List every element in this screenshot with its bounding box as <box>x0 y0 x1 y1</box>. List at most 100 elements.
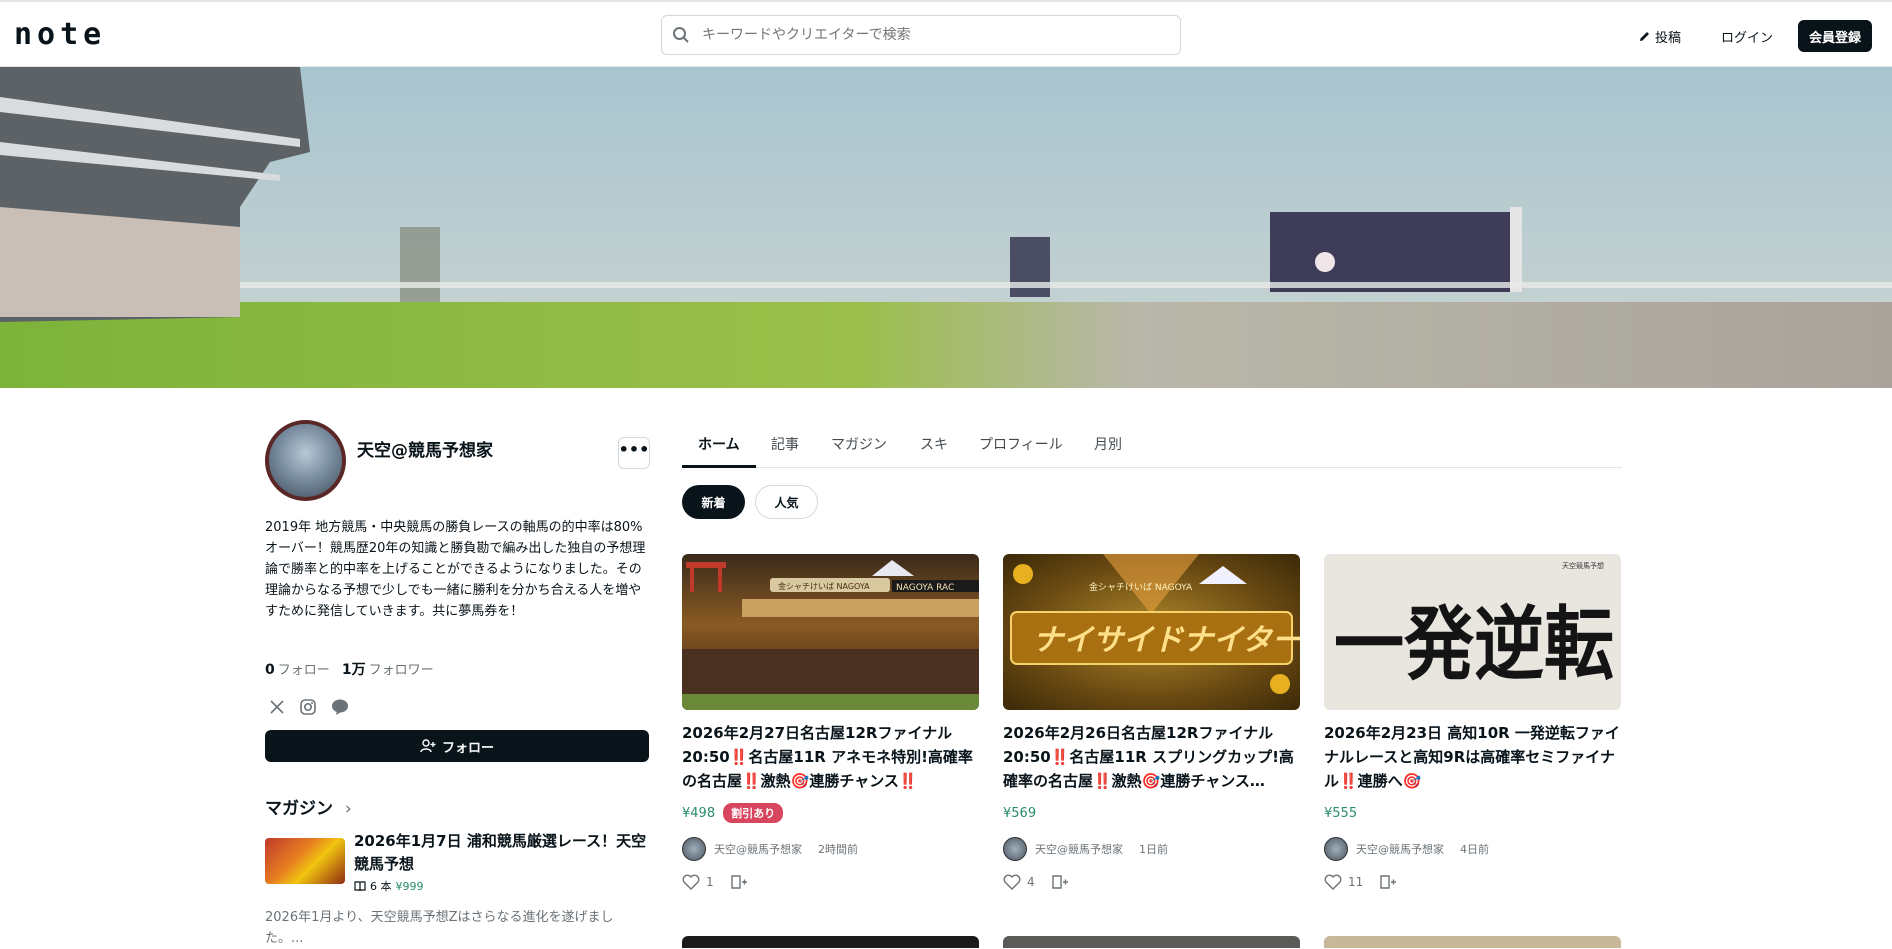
follower-count[interactable]: 1万 <box>342 662 366 678</box>
magazine-count: 6 本 <box>370 880 392 893</box>
like-count: 11 <box>1348 875 1364 889</box>
article-title[interactable]: 2026年2月27日名古屋12Rファイナル20:50‼️名古屋11R アネモネ特… <box>682 721 979 793</box>
filter-popular[interactable]: 人気 <box>755 485 818 519</box>
social-links <box>269 698 349 716</box>
tab-home[interactable]: ホーム <box>698 434 740 454</box>
article-price-row: ¥555 <box>1324 803 1621 823</box>
article-author[interactable]: 天空@競馬予想家 1日前 <box>1003 837 1300 861</box>
author-avatar[interactable] <box>1003 837 1027 861</box>
discount-badge: 割引あり <box>723 803 784 823</box>
book-icon <box>354 880 366 891</box>
article-author[interactable]: 天空@競馬予想家 2時間前 <box>682 837 979 861</box>
search-input[interactable] <box>702 22 1162 48</box>
note-logo[interactable]: note <box>14 20 106 50</box>
article-card[interactable]: 金シャチけいば NAGOYA NAGOYA RAC 2026年2月27日名古屋1… <box>682 554 979 890</box>
search-box[interactable] <box>661 15 1181 55</box>
author-avatar[interactable] <box>1324 837 1348 861</box>
article-thumbnail-partial[interactable] <box>1003 936 1300 948</box>
heart-icon[interactable] <box>1324 874 1342 890</box>
instagram-icon[interactable] <box>299 698 317 716</box>
line-icon[interactable] <box>331 698 349 716</box>
card2-main-text: ナイサイドナイター <box>1033 623 1300 658</box>
nagoya-race-image: 金シャチけいば NAGOYA NAGOYA RAC <box>682 560 979 710</box>
magazine-heading-label: マガジン <box>265 799 333 819</box>
follower-label[interactable]: フォロワー <box>369 663 434 678</box>
article-card[interactable]: 金シャチけいば NAGOYA ナイサイドナイター 2026年2月26日名古屋12… <box>1003 554 1300 890</box>
article-card[interactable]: 一発逆転 天空競馬予想 2026年2月23日 高知10R 一発逆転ファイナルレー… <box>1324 554 1621 890</box>
tab-monthly[interactable]: 月別 <box>1094 434 1122 454</box>
profile-header-image <box>0 67 1892 388</box>
magazine-heading[interactable]: マガジン › <box>265 794 352 819</box>
card3-main-text: 一発逆転 <box>1334 597 1614 691</box>
tab-profile[interactable]: プロフィール <box>979 434 1063 454</box>
article-thumbnail[interactable]: 金シャチけいば NAGOYA ナイサイドナイター <box>1003 554 1300 710</box>
article-actions: 1 <box>682 874 979 890</box>
add-to-magazine-icon[interactable] <box>1379 874 1397 890</box>
night-race-image: 金シャチけいば NAGOYA ナイサイドナイター <box>1010 554 1300 694</box>
card1-race-text: NAGOYA RAC <box>896 583 954 593</box>
like-count: 1 <box>706 875 714 889</box>
active-tab-indicator <box>682 465 756 468</box>
follow-button-label: フォロー <box>441 740 494 756</box>
magazine-description: 2026年1月より、天空競馬予想Zはさらなる進化を遂げました。... <box>265 910 614 946</box>
profile-name[interactable]: 天空@競馬予想家 <box>357 436 493 461</box>
login-link[interactable]: ログイン <box>1721 27 1773 46</box>
author-name[interactable]: 天空@競馬予想家 <box>1356 841 1444 857</box>
article-thumbnail[interactable]: 一発逆転 天空競馬予想 <box>1324 554 1621 710</box>
article-price: ¥498 <box>682 805 716 821</box>
calligraphy-image: 一発逆転 天空競馬予想 <box>1334 561 1614 691</box>
article-thumbnail[interactable]: 金シャチけいば NAGOYA NAGOYA RAC <box>682 554 979 710</box>
article-time: 4日前 <box>1460 843 1489 856</box>
signup-button[interactable]: 会員登録 <box>1798 20 1872 52</box>
article-price: ¥555 <box>1324 805 1358 821</box>
article-price-row: ¥569 <box>1003 803 1300 823</box>
follow-label[interactable]: フォロー <box>278 663 330 678</box>
follow-button[interactable]: フォロー <box>265 730 649 762</box>
chevron-right-icon: › <box>344 799 352 819</box>
article-price-row: ¥498 割引あり <box>682 803 979 823</box>
tab-magazine[interactable]: マガジン <box>831 434 887 454</box>
follow-count[interactable]: 0 <box>265 662 275 678</box>
magazine-thumbnail[interactable] <box>265 838 345 884</box>
filter-new[interactable]: 新着 <box>682 485 745 519</box>
tab-articles[interactable]: 記事 <box>771 434 799 454</box>
heart-icon[interactable] <box>1003 874 1021 890</box>
more-options-button[interactable]: ••• <box>618 437 650 469</box>
x-icon[interactable] <box>269 699 285 715</box>
card3-small-text: 天空競馬予想 <box>1562 561 1604 570</box>
racecourse-image <box>0 67 1892 388</box>
tab-likes[interactable]: スキ <box>920 434 948 454</box>
article-title[interactable]: 2026年2月23日 高知10R 一発逆転ファイナルレースと高知9Rは高確率セミ… <box>1324 721 1621 793</box>
magazine-price: ¥999 <box>395 879 424 893</box>
post-label: 投稿 <box>1655 31 1682 46</box>
article-thumbnail-partial[interactable] <box>1324 936 1621 948</box>
article-actions: 4 <box>1003 874 1300 890</box>
post-button[interactable]: 投稿 <box>1638 27 1681 46</box>
article-price: ¥569 <box>1003 805 1037 821</box>
add-to-magazine-icon[interactable] <box>1051 874 1069 890</box>
profile-tabs: ホーム 記事 マガジン スキ プロフィール 月別 <box>682 420 1622 468</box>
heart-icon[interactable] <box>682 874 700 890</box>
card2-sign-text: 金シャチけいば NAGOYA <box>1089 581 1193 593</box>
like-count: 4 <box>1027 875 1035 889</box>
search-icon <box>673 27 689 43</box>
add-to-magazine-icon[interactable] <box>730 874 748 890</box>
follow-stats: 0 フォロー 1万 フォロワー <box>265 659 442 679</box>
pencil-icon <box>1640 32 1649 41</box>
avatar[interactable] <box>265 420 346 501</box>
author-name[interactable]: 天空@競馬予想家 <box>1035 841 1123 857</box>
article-author[interactable]: 天空@競馬予想家 4日前 <box>1324 837 1621 861</box>
profile-bio: 2019年 地方競馬・中央競馬の勝負レースの軸馬の的中率は80%オーバー！競馬歴… <box>265 520 646 619</box>
article-thumbnail-partial[interactable] <box>682 936 979 948</box>
add-user-icon <box>420 739 436 753</box>
top-navigation-bar: note 投稿 ログイン 会員登録 <box>0 0 1892 67</box>
magazine-item-title[interactable]: 2026年1月7日 浦和競馬厳選レース！天空競馬予想 <box>354 830 650 876</box>
card1-sign-text: 金シャチけいば NAGOYA <box>778 581 870 591</box>
article-time: 1日前 <box>1139 843 1168 856</box>
article-time: 2時間前 <box>818 843 858 856</box>
author-name[interactable]: 天空@競馬予想家 <box>714 841 802 857</box>
author-avatar[interactable] <box>682 837 706 861</box>
article-title[interactable]: 2026年2月26日名古屋12Rファイナル20:50‼️名古屋11R スプリング… <box>1003 721 1300 793</box>
magazine-meta: 6 本 ¥999 <box>354 878 424 894</box>
article-actions: 11 <box>1324 874 1621 890</box>
